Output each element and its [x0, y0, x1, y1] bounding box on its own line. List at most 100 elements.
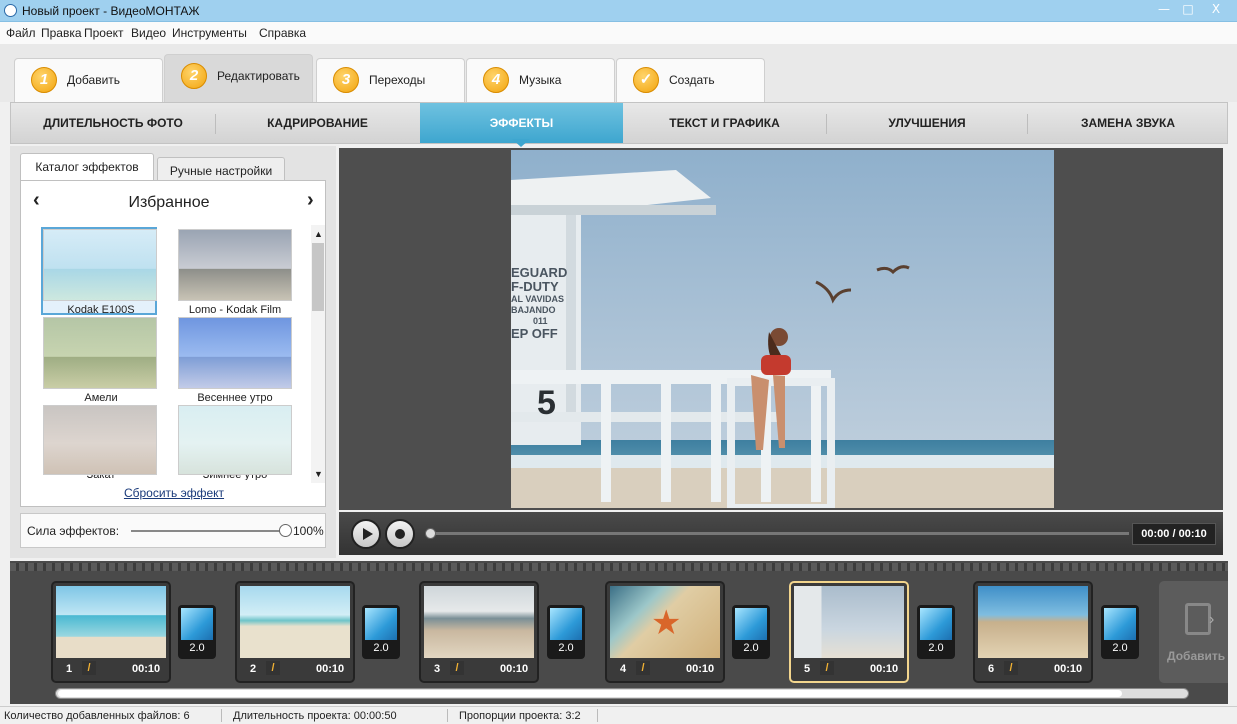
- effect-thumbnail[interactable]: [178, 317, 292, 389]
- edit-pencil-icon[interactable]: /: [450, 661, 464, 675]
- timeline-clip[interactable]: 2 / 00:10: [235, 581, 355, 683]
- effect-strength-panel: Сила эффектов: 100%: [20, 513, 326, 548]
- transition-duration: 2.0: [1112, 642, 1128, 654]
- tab-photo-duration[interactable]: ДЛИТЕЛЬНОСТЬ ФОТО: [11, 103, 215, 143]
- transition-icon: [181, 608, 213, 640]
- menu-video[interactable]: Видео: [131, 26, 166, 40]
- tab-replace-audio[interactable]: ЗАМЕНА ЗВУКА: [1028, 103, 1228, 143]
- add-media-tile[interactable]: › Добавить: [1159, 581, 1228, 683]
- maximize-button[interactable]: □: [1176, 0, 1200, 20]
- tab-effects[interactable]: ЭФФЕКТЫ: [420, 103, 623, 143]
- step-label: Переходы: [369, 73, 426, 87]
- category-title: Избранное: [128, 194, 210, 211]
- transition-duration: 2.0: [743, 642, 759, 654]
- clip-number: 4: [620, 663, 627, 675]
- seek-handle[interactable]: [425, 528, 436, 539]
- stop-button[interactable]: [385, 519, 415, 549]
- timeline-clip[interactable]: 1 / 00:10: [51, 581, 171, 683]
- edit-pencil-icon[interactable]: /: [820, 661, 834, 675]
- menu-bar: Файл Правка Проект Видео Инструменты Спр…: [0, 22, 1237, 44]
- tower-number: 5: [537, 384, 556, 422]
- arrow-right-icon: ›: [1209, 611, 1215, 628]
- transition-slot[interactable]: 2.0: [547, 605, 585, 659]
- menu-edit[interactable]: Правка: [41, 26, 82, 40]
- player-controls: 00:00 / 00:10: [339, 512, 1223, 555]
- title-bar: Новый проект - ВидеоМОНТАЖ — □ X: [0, 0, 1237, 22]
- transition-slot[interactable]: 2.0: [1101, 605, 1139, 659]
- edit-subtabs: ДЛИТЕЛЬНОСТЬ ФОТО КАДРИРОВАНИЕ ЭФФЕКТЫ Т…: [10, 102, 1228, 144]
- tab-manual-settings[interactable]: Ручные настройки: [157, 157, 285, 181]
- clip-info-bar: 5 / 00:10: [794, 661, 904, 679]
- next-category-arrow[interactable]: ›: [307, 189, 314, 212]
- step-music[interactable]: 4 Музыка: [466, 58, 615, 102]
- step-number-icon: 1: [31, 67, 57, 93]
- clip-duration: 00:10: [500, 663, 529, 675]
- edit-pencil-icon[interactable]: /: [636, 661, 650, 675]
- play-button[interactable]: [351, 519, 381, 549]
- clip-thumbnail: [424, 586, 534, 658]
- menu-project[interactable]: Проект: [84, 26, 124, 40]
- sign-line: BAJANDO: [511, 305, 556, 315]
- effect-label: Закат: [36, 475, 166, 480]
- transition-slot[interactable]: 2.0: [732, 605, 770, 659]
- storyboard-timeline: 1 / 00:10 2.0 2 / 00:10 2.0 3 / 00:10 2.…: [10, 561, 1228, 704]
- timeline-clip[interactable]: 3 / 00:10: [419, 581, 539, 683]
- project-duration: Длительность проекта: 00:00:50: [233, 710, 397, 722]
- step-tabs: 1 Добавить 2 Редактировать 3 Переходы 4 …: [0, 44, 1237, 102]
- tab-crop[interactable]: КАДРИРОВАНИЕ: [216, 103, 419, 143]
- timeline-clip-selected[interactable]: 5 / 00:10: [789, 581, 909, 683]
- clip-thumbnail: [240, 586, 350, 658]
- transition-icon: [920, 608, 952, 640]
- strength-slider-track[interactable]: [131, 530, 286, 532]
- edit-pencil-icon[interactable]: /: [266, 661, 280, 675]
- menu-file[interactable]: Файл: [6, 26, 36, 40]
- transition-slot[interactable]: 2.0: [178, 605, 216, 659]
- timeline-scroll-thumb[interactable]: [58, 690, 1122, 697]
- menu-tools[interactable]: Инструменты: [172, 26, 247, 40]
- scroll-up-icon[interactable]: ▲: [314, 229, 323, 239]
- scroll-down-icon[interactable]: ▼: [314, 469, 323, 479]
- sign-line: F-DUTY: [511, 279, 559, 294]
- tab-effects-catalog[interactable]: Каталог эффектов: [20, 153, 154, 181]
- stop-icon: [395, 529, 405, 539]
- close-button[interactable]: X: [1200, 0, 1232, 20]
- transition-slot[interactable]: 2.0: [917, 605, 955, 659]
- clip-number: 2: [250, 663, 257, 675]
- tab-enhancements[interactable]: УЛУЧШЕНИЯ: [827, 103, 1027, 143]
- status-divider: [597, 709, 598, 722]
- effect-thumbnail[interactable]: [43, 229, 157, 301]
- clip-number: 6: [988, 663, 995, 675]
- step-edit[interactable]: 2 Редактировать: [164, 54, 313, 102]
- step-number-icon: 3: [333, 67, 359, 93]
- preview-image: [511, 150, 1054, 508]
- effect-thumbnail[interactable]: [178, 229, 292, 301]
- clip-duration: 00:10: [132, 663, 161, 675]
- timeline-clip[interactable]: 6 / 00:10: [973, 581, 1093, 683]
- seek-track[interactable]: [429, 532, 1129, 535]
- scrollbar-thumb[interactable]: [312, 243, 324, 311]
- effect-thumbnail[interactable]: [43, 317, 157, 389]
- minimize-button[interactable]: —: [1152, 0, 1176, 20]
- transition-icon: [550, 608, 582, 640]
- status-divider: [447, 709, 448, 722]
- files-count: Количество добавленных файлов: 6: [4, 710, 190, 722]
- step-create[interactable]: ✓ Создать: [616, 58, 765, 102]
- edit-pencil-icon[interactable]: /: [1004, 661, 1018, 675]
- step-number-icon: 4: [483, 67, 509, 93]
- step-label: Создать: [669, 73, 715, 87]
- timeline-clip[interactable]: ★ 4 / 00:10: [605, 581, 725, 683]
- transition-slot[interactable]: 2.0: [362, 605, 400, 659]
- reset-effect-link[interactable]: Сбросить эффект: [21, 486, 327, 500]
- tab-text-graphics[interactable]: ТЕКСТ И ГРАФИКА: [623, 103, 826, 143]
- effect-thumbnail[interactable]: [178, 405, 292, 475]
- edit-pencil-icon[interactable]: /: [82, 661, 96, 675]
- step-transitions[interactable]: 3 Переходы: [316, 58, 465, 102]
- effects-catalog: ‹ Избранное › Kodak E100S Lomo - Kodak F…: [20, 180, 326, 507]
- film-perforation: [10, 563, 1228, 571]
- sign-line: EP OFF: [511, 326, 558, 341]
- menu-help[interactable]: Справка: [259, 26, 306, 40]
- step-add[interactable]: 1 Добавить: [14, 58, 163, 102]
- strength-slider-handle[interactable]: [279, 524, 292, 537]
- effect-thumbnail[interactable]: [43, 405, 157, 475]
- clip-number: 1: [66, 663, 73, 675]
